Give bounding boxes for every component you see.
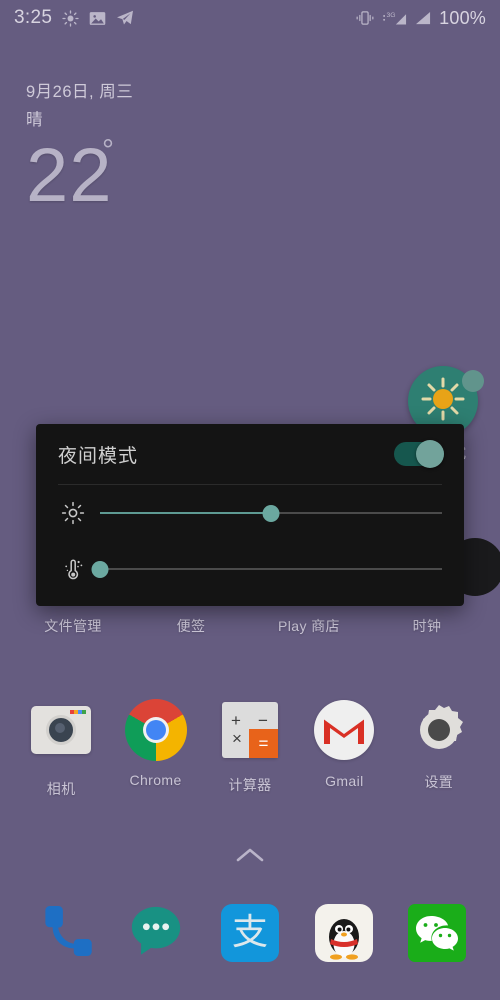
app-label: 计算器 [228,777,272,793]
app-drawer-indicator[interactable] [0,846,500,869]
floating-button-badge [462,370,484,392]
color-temperature-icon [58,554,88,584]
app-label: 便签 [176,618,206,634]
status-clock: 3:25 [14,7,53,28]
brightness-sun-icon [58,498,88,528]
dialog-title: 夜间模式 [58,445,139,467]
app-label: 相机 [46,781,76,797]
night-mode-header: 夜间模式 [36,424,464,484]
app-settings[interactable]: 设置 [396,698,482,799]
settings-gear-icon [407,699,471,763]
app-label: 设置 [424,774,454,790]
app-label: Gmail [325,773,364,789]
svg-text:3G: 3G [387,12,396,19]
signal-icon [415,11,432,26]
status-bar-left: 3:25 [14,7,134,29]
brightness-slider-row [36,485,464,541]
slider-track [100,568,442,570]
slider-thumb[interactable] [91,560,109,578]
message-bubble-icon [127,902,185,965]
slider-fill [100,512,271,514]
app-label: Chrome [129,772,182,788]
sun-icon [419,375,467,428]
signal-3g-icon: 3G [382,10,408,27]
gmail-icon [312,700,376,764]
app-calculator[interactable]: + − × = 计算器 [207,698,293,799]
battery-percent: 100% [439,7,486,28]
alipay-icon: 支 [220,904,279,962]
wechat-icon [408,904,467,962]
alipay-glyph: 支 [231,912,268,953]
calculator-icon: + − × = [218,702,282,766]
brightness-sun-icon [62,9,79,27]
qq-penguin-icon [314,904,373,962]
dock-item-messages[interactable] [119,896,193,970]
slider-thumb[interactable] [262,504,280,522]
chevron-up-icon [235,846,265,869]
weather-date: 9月26日, 周三 [26,83,134,101]
brightness-slider[interactable] [100,498,442,528]
night-mode-toggle[interactable] [394,440,444,468]
weather-temperature-wrap: 22 ° [26,134,133,214]
weather-temperature: 22 [26,133,113,218]
color-temperature-slider[interactable] [91,554,442,584]
dock: 支 [0,896,500,970]
toggle-knob [416,440,444,468]
chrome-icon [124,699,188,763]
weather-condition: 晴 [26,111,43,129]
dock-item-qq[interactable] [307,896,381,970]
app-label: 时钟 [412,618,442,634]
dock-item-phone[interactable] [26,896,100,970]
status-bar-right: 3G 100% [355,8,486,29]
weather-widget[interactable]: 9月26日, 周三 晴 22 ° [26,78,133,214]
app-gmail[interactable]: Gmail [301,698,387,799]
home-screen: 3:25 3G 100% 9月26日, 周三 晴 22 ° 文件管理 便签 Pl… [0,0,500,1000]
app-camera[interactable]: 相机 [18,698,104,799]
camera-icon [29,706,93,770]
app-row-main: 相机 Chrome + − × = 计算器 Gmail 设置 [0,698,500,799]
app-chrome[interactable]: Chrome [113,698,199,799]
dock-item-wechat[interactable] [400,896,474,970]
dock-item-alipay[interactable]: 支 [213,896,287,970]
status-bar: 3:25 3G 100% [0,0,500,36]
color-temperature-slider-row [36,541,464,597]
phone-handset-icon [33,901,93,966]
degree-symbol: ° [102,134,114,167]
photo-icon [89,11,106,26]
night-mode-dialog: 夜间模式 [36,424,464,606]
vibrate-icon [355,10,375,26]
telegram-plane-icon [116,10,134,26]
app-label: Play 商店 [278,618,340,634]
app-label: 文件管理 [44,618,102,634]
